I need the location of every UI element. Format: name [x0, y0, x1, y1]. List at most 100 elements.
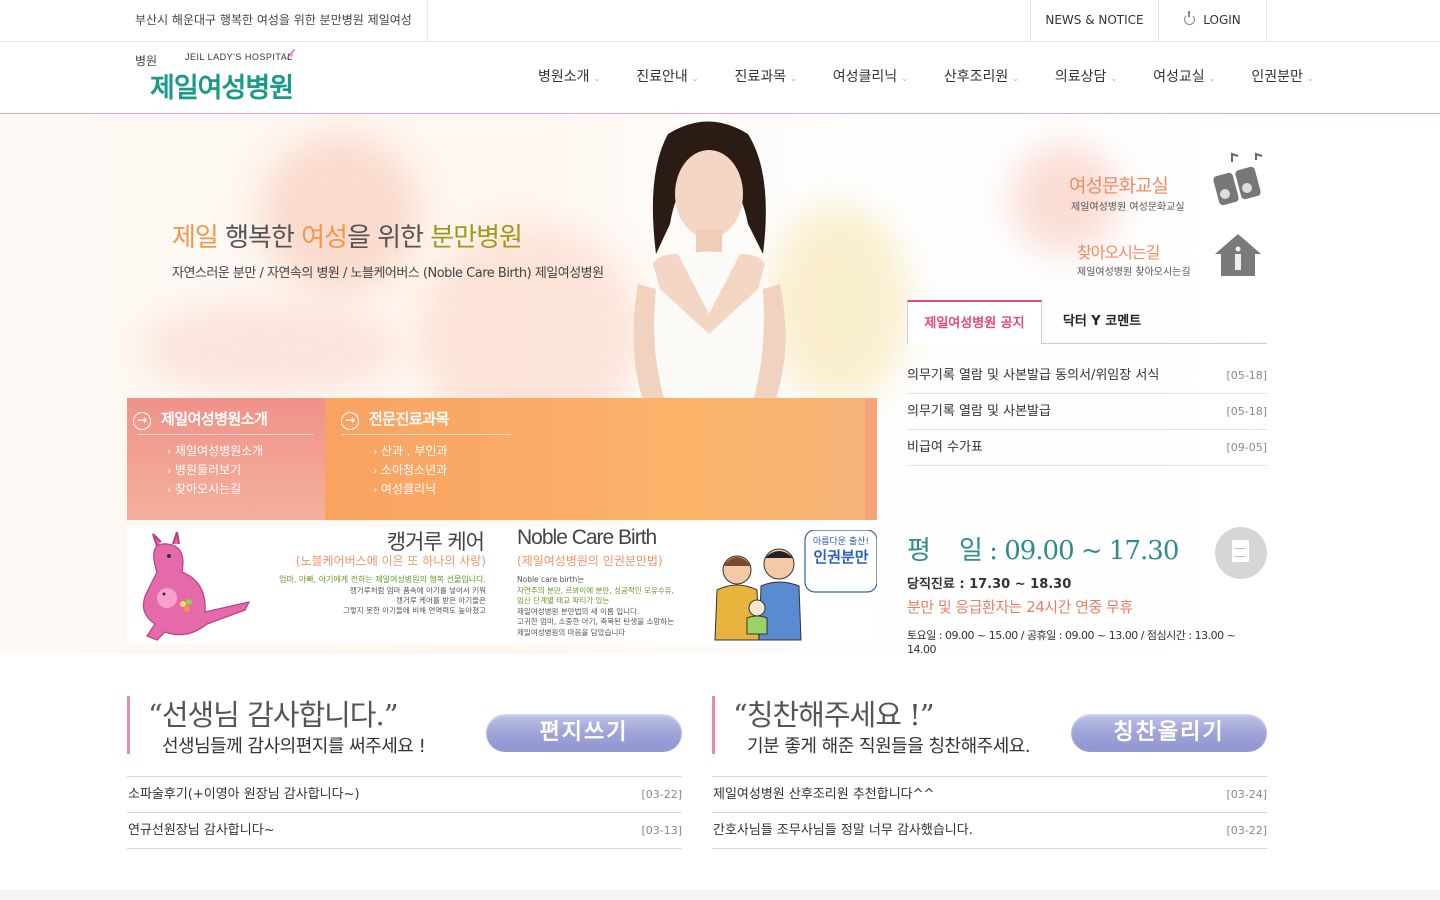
menu-link[interactable]: 산과 , 부인과	[373, 442, 448, 461]
arrow-right-icon: →	[341, 412, 359, 430]
thanks-board: “선생님 감사합니다.” 선생님들께 감사의편지를 써주세요 ! 편지쓰기 소파…	[127, 696, 682, 849]
post-title: 제일여성병원 산후조리원 추천합니다^^	[713, 787, 935, 802]
desc-line: 캥거루처럼 엄마 품속에 아기를 넣어서 키워	[349, 586, 486, 595]
write-letter-button[interactable]: 편지쓰기	[486, 714, 682, 752]
nav-label: 의료상담	[1054, 69, 1107, 85]
desc-line: 제일여성병원의 마음을 담았습니다	[517, 627, 626, 637]
chevron-down-icon: ⌄	[790, 74, 797, 83]
post-title: 연규선원장님 감사합니다~	[128, 823, 275, 838]
list-item[interactable]: 연규선원장님 감사합니다~ [03-13]	[127, 813, 682, 849]
login-label: LOGIN	[1203, 13, 1241, 27]
menu-link[interactable]: 제일여성병원소개	[167, 442, 263, 461]
weekday-hours: 평 일 : 09.00 ~ 17.30	[907, 536, 1179, 566]
notice-title: 비급여 수가표	[907, 440, 983, 455]
list-item[interactable]: 간호사님들 조무사님들 정말 너무 감사했습니다. [03-22]	[712, 813, 1267, 849]
emergency-note: 분만 및 응급환자는 24시간 연중 무휴	[907, 598, 1133, 616]
board-sub: 기분 좋게 해준 직원들을 칭찬해주세요.	[747, 736, 1031, 757]
document-icon[interactable]	[1215, 527, 1267, 579]
chevron-down-icon: ⌄	[691, 74, 699, 83]
news-notice-link[interactable]: NEWS & NOTICE	[1030, 0, 1159, 41]
hero-subline: 자연스러운 분만 / 자연속의 병원 / 노블케어버스 (Noble Care …	[172, 266, 604, 281]
slogan-word: 행복한	[225, 223, 295, 253]
notice-date: [05-18]	[1226, 369, 1267, 382]
decor-blob	[140, 304, 400, 394]
post-date: [03-22]	[641, 788, 682, 801]
nav-item-consult[interactable]: 의료상담 ⌄	[1037, 42, 1135, 114]
menu-link[interactable]: 소아청소년과	[373, 461, 448, 480]
nav-item-classes[interactable]: 여성교실 ⌄	[1135, 42, 1233, 114]
top-tagline: 부산시 해운대구 행복한 여성을 위한 분만병원 제일여성병원	[135, 0, 428, 68]
board-list: 소파술후기(+이영아 원장님 감사합니다~) [03-22] 연규선원장님 감사합…	[127, 776, 682, 849]
nav-item-about[interactable]: 병원소개 ⌄	[520, 42, 618, 114]
nav-item-women-clinic[interactable]: 여성클리닉 ⌄	[815, 42, 926, 114]
board-header: “선생님 감사합니다.” 선생님들께 감사의편지를 써주세요 ! 편지쓰기	[127, 696, 682, 757]
hero-slogan: 제일 행복한 여성을 위한 분만병원 자연스러운 분만 / 자연속의 병원 / …	[172, 217, 604, 281]
speakers-icon	[1213, 152, 1263, 206]
desc-line: 제일여성병원 분만법의 새 이름 입니다.	[517, 606, 640, 616]
nav-label: 산후조리원	[943, 69, 1009, 85]
footer-strip	[0, 890, 1440, 900]
other-hours: 토요일 : 09.00 ~ 15.00 / 공휴일 : 09.00 ~ 13.0…	[907, 629, 1236, 656]
duty-hours: 당직진료 : 17.30 ~ 18.30	[907, 577, 1072, 592]
login-link[interactable]: LOGIN	[1159, 0, 1267, 41]
site-header: JEIL LADY'S HOSPITAL 𝒷 제일여성병원 병원소개 ⌄ 진료안내…	[0, 42, 1440, 114]
desc-line: Noble care birth는	[517, 575, 585, 584]
menu-edge	[865, 398, 877, 520]
noble-subtitle: (제일여성병원의 인권분만법)	[517, 554, 663, 568]
quick-sub: 제일여성병원 여성문화교실	[1071, 202, 1185, 213]
nav-item-humane-birth[interactable]: 인권분만 ⌄	[1233, 42, 1331, 114]
menu-link[interactable]: 병원둘러보기	[167, 461, 263, 480]
menu-link[interactable]: 여성클리닉	[373, 480, 448, 499]
list-item[interactable]: 의무기록 열람 및 사본발급 [05-18]	[907, 394, 1267, 430]
board-sub: 선생님들께 감사의편지를 써주세요 !	[162, 736, 426, 757]
post-date: [03-22]	[1226, 824, 1267, 837]
menu-title: 제일여성병원소개	[161, 410, 268, 428]
post-date: [03-24]	[1226, 788, 1267, 801]
divider	[341, 434, 511, 435]
desc-line: 자연주의 분만, 르봐이에 분만, 성공적인 모유수유,	[517, 585, 675, 595]
divider	[137, 434, 313, 435]
chevron-down-icon: ⌄	[1110, 74, 1118, 83]
list-item[interactable]: 비급여 수가표 [09-05]	[907, 430, 1267, 466]
slogan-word: 여성	[301, 223, 348, 253]
tab-hospital-notice[interactable]: 제일여성병원 공지	[907, 300, 1042, 345]
praise-board: “칭찬해주세요 !” 기분 좋게 해준 직원들을 칭찬해주세요. 칭찬올리기 제…	[712, 696, 1267, 849]
desc-line: 고귀한 엄마, 소중한 아기, 축복된 탄생을 소망하는	[517, 617, 675, 626]
logo-korean: 제일여성병원	[150, 73, 294, 104]
menu-hospital-intro-title[interactable]: → 제일여성병원소개	[133, 408, 268, 430]
promo-banners: 캥거루 케어 (노블케어버스에 이은 또 하나의 사랑) 엄마, 아빠, 아기에…	[127, 526, 877, 644]
notice-tabs: 제일여성병원 공지 닥터 Y 코멘트	[907, 300, 1267, 345]
noble-title: Noble Care Birth	[517, 526, 657, 549]
board-quote: “선생님 감사합니다.”	[148, 698, 399, 732]
tab-doctor-comment[interactable]: 닥터 Y 코멘트	[1042, 300, 1162, 344]
quick-title: 여성문화교실	[1069, 175, 1169, 197]
menu-departments-title[interactable]: → 전문진료과목	[341, 408, 449, 430]
list-item[interactable]: 소파술후기(+이영아 원장님 감사합니다~) [03-22]	[127, 777, 682, 813]
quick-directions[interactable]: 찾아오시는길 제일여성병원 찾아오시는길	[1040, 239, 1191, 278]
chevron-down-icon: ⌄	[1012, 74, 1019, 83]
board-quote: “칭찬해주세요 !”	[733, 698, 935, 732]
post-praise-button[interactable]: 칭찬올리기	[1071, 714, 1267, 752]
top-bar: 부산시 해운대구 행복한 여성을 위한 분만병원 제일여성병원 NEWS & N…	[0, 0, 1440, 68]
noble-care-birth-banner[interactable]: Noble Care Birth (제일여성병원의 인권분만법) Noble c…	[515, 526, 877, 644]
main-nav: 병원소개 ⌄ 진료안내 ⌄ 진료과목 ⌄ 여성클리닉 ⌄ 산후조리원 ⌄ 의료상담 ⌄ 여성…	[520, 42, 1332, 114]
notice-title: 의무기록 열람 및 사본발급 동의서/위임장 서식	[907, 368, 1160, 383]
notice-list: 의무기록 열람 및 사본발급 동의서/위임장 서식 [05-18] 의무기록 열람…	[907, 358, 1267, 466]
logo-mark-icon: 𝒷	[286, 48, 293, 63]
slogan-word: 을 위한	[346, 223, 424, 253]
nav-item-departments[interactable]: 진료과목 ⌄	[716, 42, 814, 114]
quick-women-culture[interactable]: 여성문화교실 제일여성병원 여성문화교실	[1040, 171, 1185, 213]
hospital-logo[interactable]: JEIL LADY'S HOSPITAL 𝒷 제일여성병원	[150, 48, 320, 106]
nav-label: 진료안내	[636, 69, 688, 85]
nav-item-guide[interactable]: 진료안내 ⌄	[618, 42, 716, 114]
nav-label: 진료과목	[734, 69, 786, 85]
chevron-down-icon: ⌄	[593, 74, 601, 83]
nav-item-postpartum[interactable]: 산후조리원 ⌄	[926, 42, 1037, 114]
kangaroo-care-banner[interactable]: 캥거루 케어 (노블케어버스에 이은 또 하나의 사랑) 엄마, 아빠, 아기에…	[127, 526, 502, 644]
menu-list: 제일여성병원소개 병원둘러보기 찾아오시는길	[167, 442, 263, 499]
menu-link[interactable]: 찾아오시는길	[167, 480, 263, 499]
list-item[interactable]: 제일여성병원 산후조리원 추천합니다^^ [03-24]	[712, 777, 1267, 813]
notice-date: [09-05]	[1226, 441, 1267, 454]
post-date: [03-13]	[641, 824, 682, 837]
list-item[interactable]: 의무기록 열람 및 사본발급 동의서/위임장 서식 [05-18]	[907, 358, 1267, 394]
